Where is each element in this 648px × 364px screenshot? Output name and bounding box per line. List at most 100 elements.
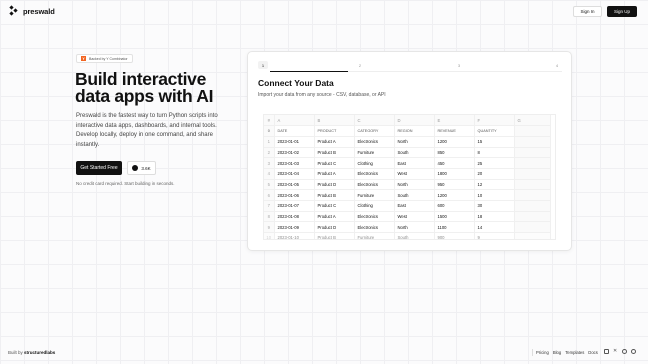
discord-icon[interactable]	[622, 349, 627, 354]
table-cell[interactable]: 2023-01-05	[274, 179, 315, 191]
table-cell[interactable]: Clothing	[354, 200, 395, 212]
step-2[interactable]: 2	[355, 61, 365, 69]
table-cell[interactable]: Product A	[314, 211, 355, 223]
table-cell[interactable]: South	[394, 147, 435, 159]
table-cell[interactable]: 15	[474, 136, 515, 148]
table-cell[interactable]: QUANTITY	[474, 125, 515, 137]
table-cell[interactable]: Electronics	[354, 136, 395, 148]
table-cell[interactable]: East	[394, 200, 435, 212]
sign-up-button[interactable]: Sign Up	[607, 6, 637, 17]
github-icon[interactable]	[631, 349, 636, 354]
table-cell[interactable]: North	[394, 179, 435, 191]
table-cell[interactable]: Product C	[314, 200, 355, 212]
table-cell[interactable]: 20	[474, 168, 515, 180]
table-cell[interactable]: 12	[474, 179, 515, 191]
table-cell[interactable]: North	[394, 136, 435, 148]
table-cell[interactable]: Furniture	[354, 147, 395, 159]
footer-link-blog[interactable]: Blog	[553, 350, 561, 355]
table-cell[interactable]: C	[354, 115, 395, 127]
built-by[interactable]: Built by structuredlabs	[8, 350, 55, 355]
table-cell[interactable]: 2023-01-07	[274, 200, 315, 212]
table-cell[interactable]: 450	[434, 157, 475, 169]
table-cell[interactable]: Electronics	[354, 211, 395, 223]
table-cell[interactable]: West	[394, 168, 435, 180]
table-cell[interactable]	[514, 200, 551, 212]
table-cell[interactable]: South	[394, 189, 435, 201]
table-cell[interactable]	[514, 125, 551, 137]
table-cell[interactable]: 1800	[434, 168, 475, 180]
table-cell[interactable]: East	[394, 157, 435, 169]
table-cell[interactable]: 10	[474, 189, 515, 201]
table-cell[interactable]: G	[514, 115, 551, 127]
table-cell[interactable]: 18	[474, 211, 515, 223]
table-cell[interactable]: 25	[474, 157, 515, 169]
table-cell[interactable]: 2023-01-03	[274, 157, 315, 169]
table-cell[interactable]: Clothing	[354, 157, 395, 169]
table-cell[interactable]	[514, 168, 551, 180]
table-cell[interactable]: CATEGORY	[354, 125, 395, 137]
table-cell[interactable]	[514, 147, 551, 159]
table-cell[interactable]	[514, 136, 551, 148]
table-cell[interactable]: 8	[474, 147, 515, 159]
table-cell[interactable]: B	[314, 115, 355, 127]
table-cell[interactable]: 950	[434, 179, 475, 191]
table-cell[interactable]: 2023-01-04	[274, 168, 315, 180]
table-cell[interactable]: 2023-01-02	[274, 147, 315, 159]
table-cell[interactable]: West	[394, 211, 435, 223]
table-cell[interactable]: 900	[434, 232, 475, 239]
table-cell[interactable]: Product C	[314, 157, 355, 169]
table-cell[interactable]: 2023-01-06	[274, 189, 315, 201]
footer-link-templates[interactable]: Templates	[565, 350, 584, 355]
logo[interactable]: preswald	[9, 5, 55, 17]
table-cell[interactable]: REVENUE	[434, 125, 475, 137]
table-cell[interactable]: 9	[474, 232, 515, 239]
calendar-icon[interactable]	[604, 349, 609, 354]
table-cell[interactable]: Product A	[314, 168, 355, 180]
table-cell[interactable]: 14	[474, 221, 515, 234]
table-cell[interactable]: REGION	[394, 125, 435, 137]
table-cell[interactable]: Electronics	[354, 221, 395, 234]
table-cell[interactable]: 2023-01-08	[274, 211, 315, 223]
table-cell[interactable]	[514, 221, 551, 234]
table-cell[interactable]: F	[474, 115, 515, 127]
table-cell[interactable]: 850	[434, 147, 475, 159]
table-cell[interactable]: 600	[434, 200, 475, 212]
table-cell[interactable]: North	[394, 221, 435, 234]
table-cell[interactable]: A	[274, 115, 315, 127]
yc-badge[interactable]: Y Backed by Y Combinator	[76, 54, 133, 63]
table-cell[interactable]	[514, 157, 551, 169]
table-cell[interactable]	[514, 179, 551, 191]
step-1[interactable]: 1	[258, 61, 268, 69]
step-4[interactable]: 4	[552, 61, 562, 69]
table-cell[interactable]	[514, 189, 551, 201]
footer-link-docs[interactable]: Docs	[588, 350, 598, 355]
table-cell[interactable]: PRODUCT	[314, 125, 355, 137]
github-stars-button[interactable]: 3.6K	[127, 161, 156, 175]
get-started-button[interactable]: Get Started Free	[76, 161, 122, 175]
table-cell[interactable]: 30	[474, 200, 515, 212]
table-cell[interactable]: 2023-01-09	[274, 221, 315, 234]
table-cell[interactable]: 2023-01-10	[274, 232, 315, 239]
table-cell[interactable]: DATE	[274, 125, 315, 137]
table-cell[interactable]: 1200	[434, 136, 475, 148]
table-cell[interactable]: Product B	[314, 147, 355, 159]
table-cell[interactable]: 2023-01-01	[274, 136, 315, 148]
table-cell[interactable]: South	[394, 232, 435, 239]
table-cell[interactable]: 1100	[434, 221, 475, 234]
data-grid[interactable]: # A B C D E F G 0 DATE PRODUCT CATEGORY REGION REVENU…	[263, 114, 556, 240]
table-cell[interactable]: Product A	[314, 136, 355, 148]
table-cell[interactable]: Electronics	[354, 168, 395, 180]
footer-link-pricing[interactable]: Pricing	[536, 350, 549, 355]
table-cell[interactable]: Electronics	[354, 179, 395, 191]
table-cell[interactable]	[514, 232, 551, 239]
step-3[interactable]: 3	[454, 61, 464, 69]
table-cell[interactable]	[514, 211, 551, 223]
table-cell[interactable]: 1500	[434, 211, 475, 223]
table-cell[interactable]: D	[394, 115, 435, 127]
sign-in-button[interactable]: Sign In	[573, 6, 602, 17]
table-cell[interactable]: Product D	[314, 179, 355, 191]
x-icon[interactable]: ✕	[613, 349, 618, 354]
table-cell[interactable]: Product D	[314, 221, 355, 234]
table-cell[interactable]: Product B	[314, 232, 355, 239]
table-cell[interactable]: Furniture	[354, 189, 395, 201]
